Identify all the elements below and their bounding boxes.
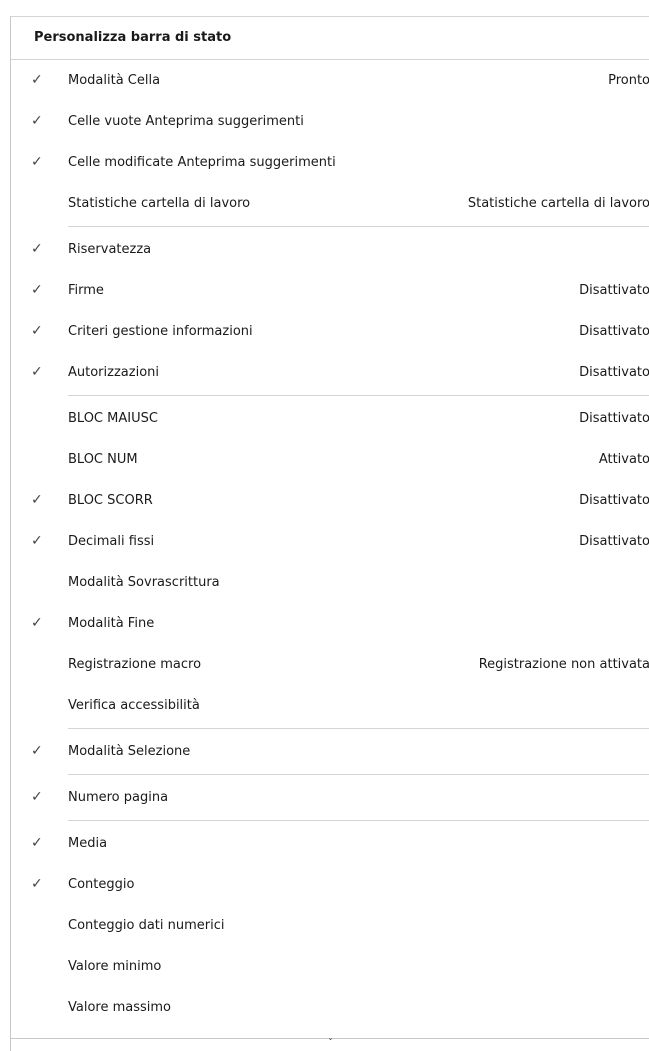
menu-item[interactable]: ✓ Criteri gestione informazioni Disattivat… bbox=[11, 311, 649, 352]
menu-item-label: Valore minimo bbox=[68, 959, 162, 974]
menu-item-label: BLOC MAIUSC bbox=[68, 411, 158, 426]
menu-item-label: Modalità Selezione bbox=[68, 744, 191, 759]
menu-item-label: Firme bbox=[68, 283, 104, 298]
menu-item[interactable]: ✓ Decimali fissi Disattivato bbox=[11, 521, 649, 562]
menu-item[interactable]: ✓ Firme Disattivato bbox=[11, 270, 649, 311]
menu-item-value: Disattivato bbox=[579, 365, 649, 380]
menu-item-label: Media bbox=[68, 836, 108, 851]
checkmark-icon: ✓ bbox=[31, 835, 43, 851]
menu-separator bbox=[68, 774, 649, 775]
checkmark-icon: ✓ bbox=[31, 364, 43, 380]
menu-separator bbox=[68, 226, 649, 227]
menu-item-label: Verifica accessibilità bbox=[68, 698, 200, 713]
menu-item-label: Criteri gestione informazioni bbox=[68, 324, 253, 339]
menu-item-label: Conteggio dati numerici bbox=[68, 918, 225, 933]
menu-item[interactable]: ✓ Riservatezza bbox=[11, 229, 649, 270]
menu-item-label: BLOC NUM bbox=[68, 452, 138, 467]
menu-item[interactable]: ✓ Autorizzazioni Disattivato bbox=[11, 352, 649, 393]
checkmark-icon: ✓ bbox=[31, 113, 43, 129]
menu-item[interactable]: ✓ Celle modificate Anteprima suggerimenti bbox=[11, 142, 649, 183]
menu-item[interactable]: ✓ Modalità Fine bbox=[11, 603, 649, 644]
checkmark-icon: ✓ bbox=[31, 876, 43, 892]
checkmark-icon: ✓ bbox=[31, 743, 43, 759]
status-bar-context-menu: Personalizza barra di stato ✓ Modalità Ce… bbox=[10, 16, 649, 1051]
checkmark-icon: ✓ bbox=[31, 241, 43, 257]
menu-item-label: BLOC SCORR bbox=[68, 493, 153, 508]
checkmark-icon: ✓ bbox=[31, 154, 43, 170]
menu-separator bbox=[68, 395, 649, 396]
menu-item-value: Disattivato bbox=[579, 283, 649, 298]
menu-item[interactable]: BLOC NUM Attivato bbox=[11, 439, 649, 480]
menu-item-label: Modalità Fine bbox=[68, 616, 155, 631]
menu-item-value: Attivato bbox=[598, 452, 649, 467]
menu-item-label: Modalità Sovrascrittura bbox=[68, 575, 220, 590]
menu-item-label: Decimali fissi bbox=[68, 534, 155, 549]
menu-item-value: Registrazione non attivata bbox=[478, 657, 649, 672]
checkmark-icon: ✓ bbox=[31, 72, 43, 88]
menu-item[interactable]: Registrazione macro Registrazione non att… bbox=[11, 644, 649, 685]
menu-item-label: Celle modificate Anteprima suggerimenti bbox=[68, 155, 336, 170]
menu-item-label: Statistiche cartella di lavoro bbox=[68, 196, 251, 211]
menu-item-label: Valore massimo bbox=[68, 1000, 172, 1015]
menu-item-value: Statistiche cartella di lavoro bbox=[467, 196, 649, 211]
menu-item-value: Disattivato bbox=[579, 534, 649, 549]
menu-item-value: Disattivato bbox=[579, 324, 649, 339]
menu-title: Personalizza barra di stato bbox=[11, 17, 649, 60]
menu-item-label: Celle vuote Anteprima suggerimenti bbox=[68, 114, 304, 129]
menu-item[interactable]: Valore massimo bbox=[11, 987, 649, 1028]
checkmark-icon: ✓ bbox=[31, 492, 43, 508]
menu-item[interactable]: Valore minimo bbox=[11, 946, 649, 987]
menu-item[interactable]: ✓ Media bbox=[11, 823, 649, 864]
checkmark-icon: ✓ bbox=[31, 323, 43, 339]
menu-item[interactable]: Modalità Sovrascrittura bbox=[11, 562, 649, 603]
checkmark-icon: ✓ bbox=[31, 615, 43, 631]
menu-item[interactable]: ✓ Modalità Selezione bbox=[11, 731, 649, 772]
menu-items: ✓ Modalità Cella Pronto ✓ Celle vuote Antepr… bbox=[11, 60, 649, 1051]
menu-item[interactable]: Verifica accessibilità bbox=[11, 685, 649, 726]
menu-item[interactable]: BLOC MAIUSC Disattivato bbox=[11, 398, 649, 439]
menu-item[interactable]: ✓ Numero pagina bbox=[11, 777, 649, 818]
chevron-down-icon: ˇ bbox=[328, 1038, 333, 1049]
menu-item-label: Riservatezza bbox=[68, 242, 152, 257]
menu-item[interactable]: ✓ Modalità Cella Pronto bbox=[11, 60, 649, 101]
menu-item[interactable]: ✓ Conteggio bbox=[11, 864, 649, 905]
menu-item-label: Modalità Cella bbox=[68, 73, 161, 88]
menu-separator bbox=[68, 728, 649, 729]
menu-item-value: Pronto bbox=[608, 73, 649, 88]
menu-item-value: Disattivato bbox=[579, 493, 649, 508]
menu-item-label: Numero pagina bbox=[68, 790, 169, 805]
menu-item-label: Conteggio bbox=[68, 877, 135, 892]
menu-item[interactable]: Statistiche cartella di lavoro Statistich… bbox=[11, 183, 649, 224]
menu-item[interactable]: ✓ Celle vuote Anteprima suggerimenti bbox=[11, 101, 649, 142]
menu-item[interactable]: ✓ BLOC SCORR Disattivato bbox=[11, 480, 649, 521]
checkmark-icon: ✓ bbox=[31, 789, 43, 805]
scroll-down-button[interactable]: ˇ bbox=[11, 1038, 649, 1051]
menu-item[interactable]: Conteggio dati numerici bbox=[11, 905, 649, 946]
menu-item-value: Disattivato bbox=[579, 411, 649, 426]
menu-separator bbox=[68, 820, 649, 821]
checkmark-icon: ✓ bbox=[31, 533, 43, 549]
checkmark-icon: ✓ bbox=[31, 282, 43, 298]
menu-item-label: Registrazione macro bbox=[68, 657, 202, 672]
menu-item-label: Autorizzazioni bbox=[68, 365, 159, 380]
